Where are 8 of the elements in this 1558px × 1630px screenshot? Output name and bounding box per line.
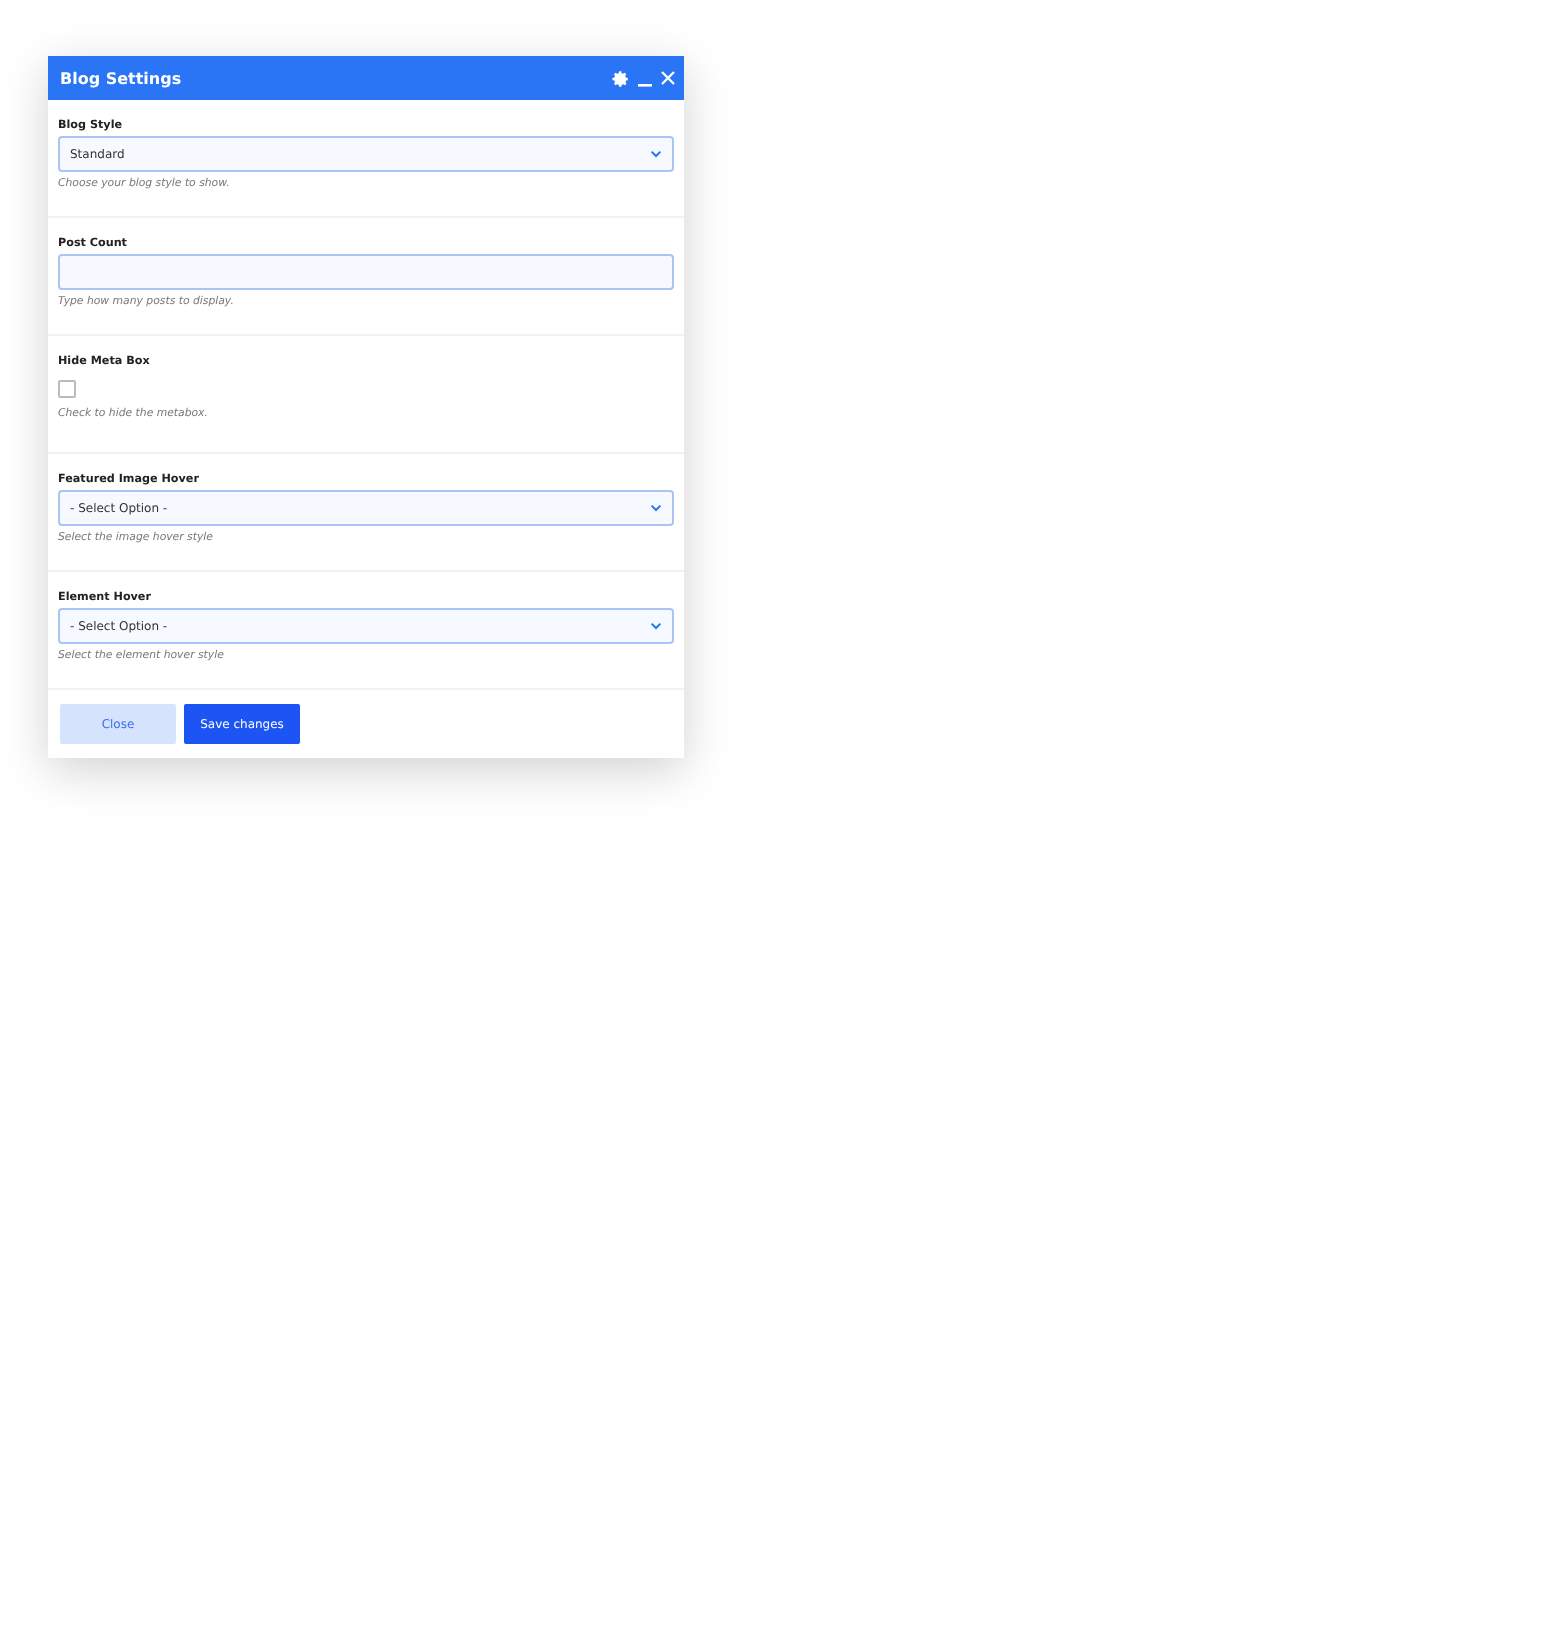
input-field[interactable] [58,254,674,290]
chevron-down-icon [650,504,662,512]
chevron-down-icon [650,622,662,630]
window-title: Blog Settings [60,69,184,87]
checkbox[interactable] [58,380,76,398]
settings-icon[interactable] [612,69,630,87]
chevron-down-icon [650,150,662,158]
close-icon[interactable] [660,70,676,86]
